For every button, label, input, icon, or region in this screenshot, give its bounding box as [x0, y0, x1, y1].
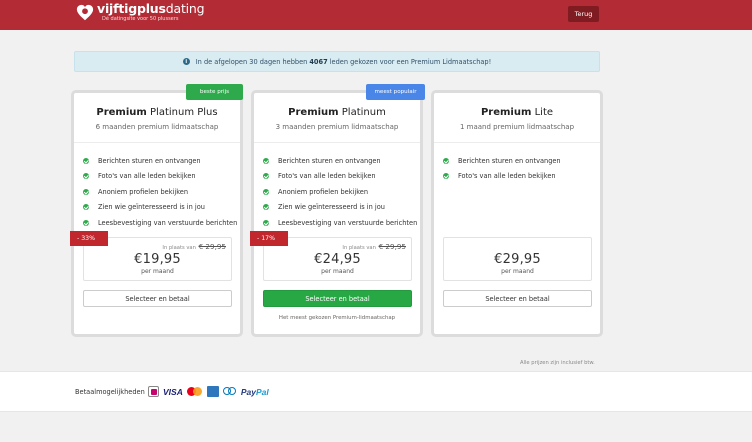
plan-header: Premium Platinum 3 maanden premium lidma… — [254, 93, 420, 143]
check-icon — [443, 173, 449, 180]
discount-badge: - 33% — [70, 231, 108, 246]
visa-icon: VISA — [163, 386, 183, 397]
check-icon — [263, 219, 269, 226]
notice-text-before: In de afgelopen 30 dagen hebben — [195, 57, 308, 66]
most-chosen-note: Het meest gekozen Premium-lidmaatschap — [278, 315, 396, 321]
check-icon — [83, 188, 89, 195]
original-price: In plaats van € 29,95 — [342, 242, 406, 251]
plan-header: Premium Lite 1 maand premium lidmaatscha… — [434, 93, 600, 143]
feature-item: Anoniem profielen bekijken — [263, 184, 420, 200]
select-and-pay-button[interactable]: Selecteer en betaal — [83, 290, 232, 307]
check-icon — [83, 157, 89, 164]
plan-card-lite: Premium Lite 1 maand premium lidmaatscha… — [431, 90, 603, 337]
back-button[interactable]: Terug — [568, 6, 599, 22]
paypal-icon: Pay Pal — [240, 386, 269, 397]
price-period: per maand — [501, 268, 534, 275]
plan-title: Premium Platinum Plus — [96, 107, 218, 118]
payment-methods-label: Betaalmogelijkheden — [75, 388, 145, 396]
vat-note: Alle prijzen zijn inclusief btw. — [520, 360, 595, 366]
price: €29,95 — [494, 252, 541, 267]
original-price: In plaats van € 29,95 — [162, 242, 226, 251]
check-icon — [83, 173, 89, 180]
price-box: €29,95 per maand — [443, 237, 592, 281]
select-and-pay-button[interactable]: Selecteer en betaal — [263, 290, 412, 307]
check-icon — [263, 204, 269, 211]
check-icon — [83, 204, 89, 211]
notice-text-after: leden gekozen voor een Premium Lidmaatsc… — [329, 57, 492, 66]
feature-item: Anoniem profielen bekijken — [83, 184, 240, 200]
plan-title: Premium Lite — [480, 107, 554, 118]
feature-item: Berichten sturen en ontvangen — [263, 153, 420, 169]
feature-list: Berichten sturen en ontvangen Foto's van… — [74, 143, 240, 231]
feature-list: Berichten sturen en ontvangen Foto's van… — [254, 143, 420, 231]
feature-item: Foto's van alle leden bekijken — [443, 169, 600, 185]
mastercard-icon — [186, 386, 203, 397]
plan-card-platinum: meest populair Premium Platinum 3 maande… — [250, 84, 425, 337]
plan-header: Premium Platinum Plus 6 maanden premium … — [74, 93, 240, 143]
check-icon — [263, 188, 269, 195]
price-period: per maand — [321, 268, 354, 275]
feature-item: Foto's van alle leden bekijken — [263, 169, 420, 185]
most-popular-ribbon: meest populair — [366, 84, 425, 100]
plan-subtitle: 6 maanden premium lidmaatschap — [95, 123, 219, 131]
feature-item: Berichten sturen en ontvangen — [83, 153, 240, 169]
payment-icons: VISA Pay Pal — [148, 386, 269, 397]
brand-name: vijftigplusdating — [97, 1, 205, 16]
info-icon: i — [182, 58, 190, 65]
payment-footer: Betaalmogelijkheden VISA Pay Pal — [0, 371, 752, 412]
brand-tagline: Dé datingsite voor 50 plussers — [102, 16, 179, 22]
check-icon — [263, 173, 269, 180]
feature-item: Zien wie geïnteresseerd is in jou — [83, 200, 240, 216]
plan-title: Premium Platinum — [288, 107, 386, 118]
ideal-icon — [148, 386, 159, 397]
diners-icon — [222, 386, 237, 397]
feature-item: Berichten sturen en ontvangen — [443, 153, 600, 169]
price-period: per maand — [141, 268, 174, 275]
check-icon — [263, 157, 269, 164]
price: €24,95 — [314, 252, 361, 267]
heart-logo-icon — [76, 4, 94, 20]
discount-badge: - 17% — [250, 231, 288, 246]
amex-icon — [206, 386, 219, 397]
check-icon — [83, 219, 89, 226]
feature-list: Berichten sturen en ontvangen Foto's van… — [434, 143, 600, 184]
select-and-pay-button[interactable]: Selecteer en betaal — [443, 290, 592, 307]
site-header: vijftigplusdating Dé datingsite voor 50 … — [0, 0, 752, 30]
best-price-ribbon: beste prijs — [186, 84, 243, 100]
feature-item: Zien wie geïnteresseerd is in jou — [263, 200, 420, 216]
notice-count: 4067 — [309, 57, 328, 66]
site-logo[interactable]: vijftigplusdating Dé datingsite voor 50 … — [76, 1, 205, 22]
feature-item: Leesbevestiging van verstuurde berichten — [263, 215, 420, 231]
plan-subtitle: 1 maand premium lidmaatschap — [459, 123, 575, 131]
check-icon — [443, 157, 449, 164]
feature-item: Foto's van alle leden bekijken — [83, 169, 240, 185]
plan-subtitle: 3 maanden premium lidmaatschap — [275, 123, 399, 131]
price: €19,95 — [134, 252, 181, 267]
info-notice: i In de afgelopen 30 dagen hebben 4067 l… — [74, 51, 600, 72]
feature-item: Leesbevestiging van verstuurde berichten — [83, 215, 240, 231]
plan-card-platinum-plus: beste prijs Premium Platinum Plus 6 maan… — [70, 84, 243, 337]
